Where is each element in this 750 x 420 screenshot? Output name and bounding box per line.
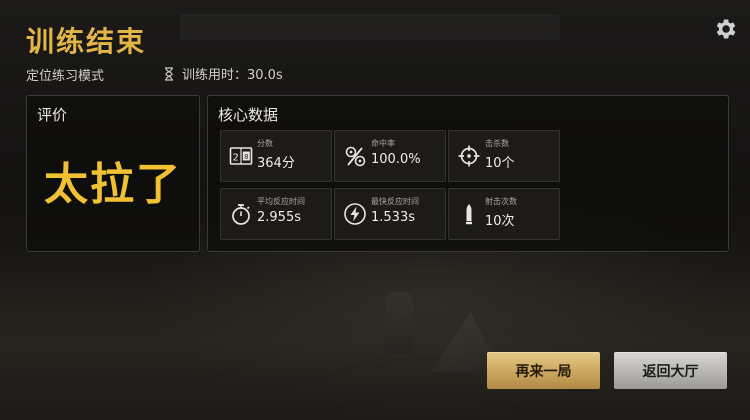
play-again-button[interactable]: 再来一局 xyxy=(487,352,600,389)
return-lobby-button[interactable]: 返回大厅 xyxy=(614,352,727,389)
stat-value: 10次 xyxy=(485,214,515,229)
background-hud-bar xyxy=(180,14,560,40)
stat-card-score: 2 8 分数 364分 xyxy=(220,130,332,182)
stat-value: 1.533s xyxy=(371,210,415,225)
scoreboard-icon: 2 8 xyxy=(229,147,253,165)
stat-value: 364分 xyxy=(257,156,295,171)
svg-text:2: 2 xyxy=(233,153,239,164)
stat-value: 100.0% xyxy=(371,152,421,167)
evaluation-panel: 评价 太拉了 xyxy=(26,95,200,252)
lightning-icon xyxy=(344,203,366,225)
svg-text:8: 8 xyxy=(244,153,248,161)
stat-label: 射击次数 xyxy=(485,197,517,206)
core-data-title: 核心数据 xyxy=(218,106,279,124)
page-title: 训练结束 xyxy=(26,25,147,58)
gear-icon[interactable] xyxy=(712,16,738,42)
stat-card-avg-reaction: 平均反应时间 2.955s xyxy=(220,188,332,240)
training-mode-label: 定位练习模式 xyxy=(26,69,105,84)
training-time-text: 训练用时：30.0s xyxy=(182,68,283,83)
crosshair-icon xyxy=(458,145,480,167)
scene-floor xyxy=(0,250,750,420)
stat-card-accuracy: 命中率 100.0% xyxy=(334,130,446,182)
stopwatch-icon xyxy=(232,204,250,225)
evaluation-title: 评价 xyxy=(37,106,68,124)
stat-value: 10个 xyxy=(485,156,515,171)
training-time: 训练用时：30.0s xyxy=(162,64,283,83)
hourglass-icon xyxy=(165,66,173,81)
evaluation-verdict: 太拉了 xyxy=(44,159,182,210)
scene-weapon xyxy=(385,292,413,354)
stat-label: 最快反应时间 xyxy=(371,197,419,206)
stat-label: 分数 xyxy=(257,139,273,148)
core-data-panel: 核心数据 2 8 分数 364分 命中率 100.0% 击杀数 10个 平均反应… xyxy=(207,95,729,252)
stat-label: 平均反应时间 xyxy=(257,197,305,206)
stat-label: 命中率 xyxy=(371,139,395,148)
stat-card-kills: 击杀数 10个 xyxy=(448,130,560,182)
stat-value: 2.955s xyxy=(257,210,301,225)
stat-card-shots: 射击次数 10次 xyxy=(448,188,560,240)
stat-card-fastest-reaction: 最快反应时间 1.533s xyxy=(334,188,446,240)
accuracy-icon xyxy=(345,146,366,167)
bullet-icon xyxy=(466,204,472,225)
stat-label: 击杀数 xyxy=(485,139,509,148)
